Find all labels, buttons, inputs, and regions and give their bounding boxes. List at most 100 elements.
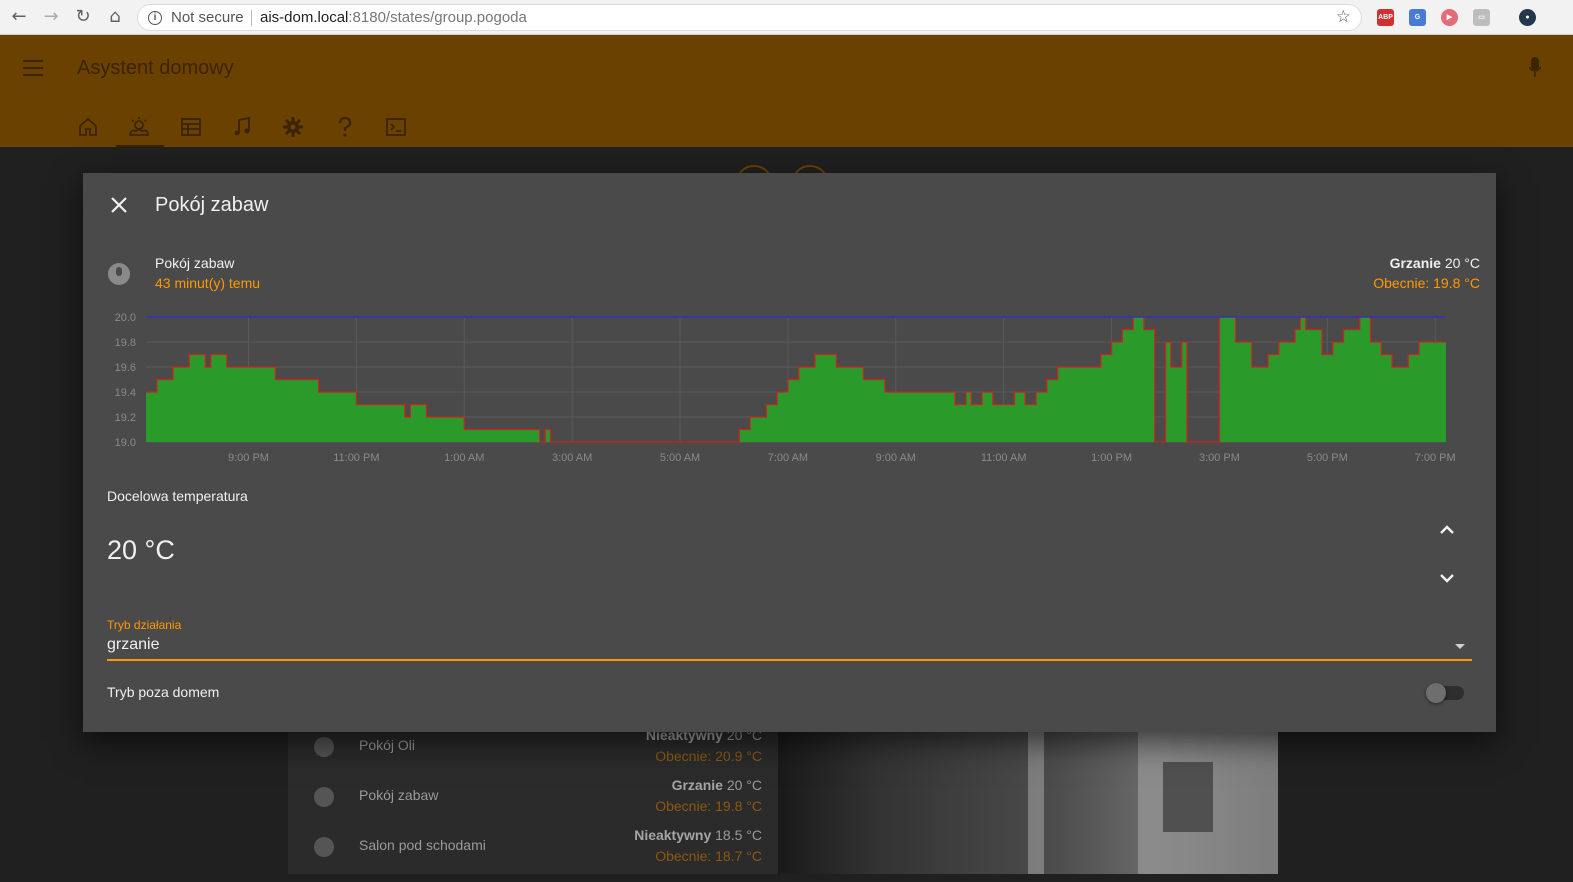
x-tick-label: 3:00 AM [552,452,592,464]
list-item-state-mode: Nieaktywny [634,827,712,843]
cast-extension-icon[interactable]: ▶ [1441,9,1458,26]
menu-icon[interactable] [23,60,43,76]
y-tick-label: 20.0 [115,312,136,324]
list-item-state: Grzanie 20 °C [672,777,762,793]
chevron-up-icon[interactable] [1435,518,1459,542]
microphone-icon[interactable] [1529,57,1541,79]
away-mode-toggle[interactable] [1426,683,1464,703]
x-tick-label: 1:00 AM [444,452,484,464]
tab-help[interactable] [325,107,365,147]
list-item-state: Nieaktywny 18.5 °C [634,827,762,843]
terminal-icon [386,118,406,136]
camera-image[interactable] [778,732,1278,874]
tab-music[interactable] [222,107,262,147]
list-item-name: Pokój Oli [359,737,416,753]
y-tick-label: 19.2 [115,412,136,424]
tab-table[interactable] [171,107,211,147]
operation-mode-select[interactable]: grzanie [107,636,159,654]
adblock-extension-icon[interactable]: ABP [1377,9,1394,26]
x-tick-label: 11:00 PM [333,452,379,464]
extension-icon[interactable]: ▭ [1473,9,1490,26]
camera-window [1163,762,1213,832]
x-tick-label: 9:00 PM [228,452,269,464]
home-browser-icon[interactable]: ⌂ [104,6,126,28]
list-item-state-temp: 18.5 °C [711,827,762,843]
entity-last-changed: 43 minut(y) temu [155,275,261,291]
dropdown-caret-icon[interactable] [1455,644,1465,649]
app-header: Asystent domowy [0,35,1573,147]
y-tick-label: 19.6 [115,362,136,374]
operation-mode-underline [107,659,1472,661]
help-icon [338,116,352,137]
tab-settings[interactable] [273,107,313,147]
weather-icon [128,117,149,136]
entity-name: Pokój zabaw [155,255,235,271]
away-mode-label: Tryb poza domem [107,684,220,700]
list-item-state-temp: 20 °C [722,777,762,793]
list-item-current: Obecnie: 19.8 °C [655,798,762,814]
camera-pole [1028,732,1044,874]
x-tick-label: 3:00 PM [1199,452,1240,464]
security-label: Not secure [171,9,244,26]
profile-avatar[interactable]: ● [1519,9,1536,26]
app-title: Asystent domowy [77,57,234,79]
list-item-state-mode: Grzanie [671,777,723,793]
chevron-down-icon[interactable] [1435,566,1459,590]
background-thermostat-list: Pokój Oli Nieaktywny 20 °C Obecnie: 20.9… [288,727,778,874]
operation-mode-label: Tryb działania [107,618,182,632]
tab-weather[interactable] [119,107,159,147]
more-info-dialog: Pokój zabaw Pokój zabaw 43 minut(y) temu… [83,173,1496,732]
forward-icon[interactable]: → [40,6,62,28]
selected-tab-indicator [116,145,164,147]
y-tick-label: 19.0 [115,437,136,449]
info-icon[interactable]: i [148,11,162,25]
x-tick-label: 5:00 PM [1307,452,1348,464]
url-path: :8180/states/group.pogoda [348,9,527,26]
y-tick-label: 19.4 [115,387,136,399]
entity-current-temperature: Obecnie: 19.8 °C [1373,275,1480,291]
bookmark-star-icon[interactable]: ☆ [1336,5,1351,30]
history-chart[interactable]: 19.0 19.2 19.4 19.6 19.8 20.0 9:00 PM 11:00 PM 1… [83,303,1496,468]
browser-toolbar: ← → ↻ ⌂ i Not secure ais-dom.local:8180/… [0,0,1573,35]
close-icon[interactable] [107,193,131,217]
list-item-current: Obecnie: 18.7 °C [655,848,762,864]
y-tick-label: 19.8 [115,337,136,349]
x-tick-label: 5:00 AM [660,452,700,464]
reload-icon[interactable]: ↻ [72,6,94,28]
list-item[interactable]: Pokój zabaw Grzanie 20 °C Obecnie: 19.8 … [288,777,778,832]
entity-state-mode: Grzanie [1389,255,1441,271]
address-bar[interactable]: i Not secure ais-dom.local:8180/states/g… [137,4,1362,31]
thermostat-icon [108,263,130,285]
x-tick-label: 9:00 AM [876,452,916,464]
url-text: ais-dom.local:8180/states/group.pogoda [260,5,527,30]
entity-row: Pokój zabaw 43 minut(y) temu Grzanie 20 … [83,253,1496,297]
address-separator [251,10,252,26]
music-icon [234,116,250,136]
thermostat-icon [314,787,334,807]
list-item-name: Pokój zabaw [359,787,439,803]
x-tick-label: 1:00 PM [1091,452,1132,464]
home-icon [79,117,97,136]
entity-state-temp: 20 °C [1440,255,1480,271]
thermostat-icon [314,837,334,857]
settings-icon [283,117,303,137]
tab-terminal[interactable] [376,107,416,147]
toggle-thumb [1426,683,1446,703]
list-item-name: Salon pod schodami [359,837,486,853]
list-item-current: Obecnie: 20.9 °C [655,748,762,764]
entity-state: Grzanie 20 °C [1390,255,1480,271]
back-icon[interactable]: ← [8,6,30,28]
thermostat-icon [314,737,334,757]
list-item[interactable]: Salon pod schodami Nieaktywny 18.5 °C Ob… [288,827,778,882]
target-temperature-label: Docelowa temperatura [107,488,248,504]
list-item[interactable]: Pokój Oli Nieaktywny 20 °C Obecnie: 20.9… [288,727,778,782]
x-tick-label: 11:00 AM [981,452,1027,464]
dialog-title: Pokój zabaw [155,194,269,216]
x-tick-label: 7:00 AM [768,452,808,464]
translate-extension-icon[interactable]: G [1409,9,1426,26]
url-host: ais-dom.local [260,9,349,26]
target-temperature-value: 20 °C [107,535,175,565]
tab-home[interactable] [68,107,108,147]
history-chart-svg: 19.0 19.2 19.4 19.6 19.8 20.0 9:00 PM 11:00 PM 1… [115,312,1456,464]
adblock-label: ABP [1378,14,1393,21]
